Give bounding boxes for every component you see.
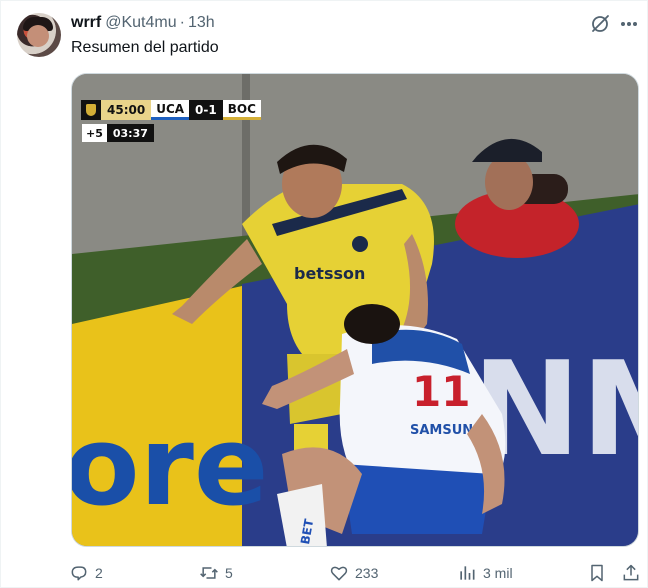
match-score: 0-1 (189, 100, 223, 120)
author-name[interactable]: wrrf (71, 14, 101, 32)
boca-sponsor: betsson (294, 264, 365, 283)
tweet-header: wrrf @Kut4mu · 13h (71, 13, 215, 33)
grok-icon[interactable] (589, 13, 611, 35)
uca-player-head (344, 304, 400, 344)
ad-board-left-text: ore (72, 402, 268, 530)
views-count: 3 mil (483, 565, 513, 581)
tweet-card[interactable]: wrrf @Kut4mu · 13h Resumen del partido N… (0, 0, 648, 588)
heart-icon (330, 566, 348, 581)
reply-count: 2 (95, 565, 103, 581)
reply-button[interactable]: 2 (69, 561, 103, 585)
competition-logo-icon (81, 100, 101, 120)
retweet-button[interactable]: 5 (199, 561, 233, 585)
match-clock: 45:00 (101, 100, 152, 120)
separator-dot: · (179, 14, 185, 31)
views-button[interactable]: 3 mil (457, 561, 513, 585)
retweet-icon (200, 567, 218, 579)
avatar-face (27, 25, 49, 47)
more-options-icon[interactable] (619, 13, 639, 35)
spectator-face (485, 154, 533, 210)
author-handle[interactable]: @Kut4mu (105, 14, 176, 32)
share-button[interactable] (621, 561, 641, 585)
tweet-text: Resumen del partido (71, 39, 219, 56)
like-count: 233 (355, 565, 379, 581)
like-button[interactable]: 233 (329, 561, 378, 585)
bookmark-button[interactable] (587, 561, 607, 585)
reply-icon (71, 566, 87, 581)
added-clock: 03:37 (106, 124, 154, 142)
share-icon (623, 564, 639, 581)
away-team: BOC (222, 100, 261, 120)
video-frame: NM ore betsson 11 (72, 74, 638, 546)
avatar[interactable] (17, 13, 61, 57)
retweet-count: 5 (225, 565, 233, 581)
added-time: +5 03:37 (82, 124, 154, 142)
uca-shorts (342, 464, 492, 534)
added-minutes: +5 (82, 124, 107, 142)
timestamp[interactable]: 13h (188, 14, 215, 32)
home-team: UCA (151, 100, 190, 120)
media-video[interactable]: NM ore betsson 11 (71, 73, 639, 547)
scoreboard: 45:00 UCA 0-1 BOC (81, 100, 261, 120)
bookmark-icon (591, 564, 603, 582)
action-bar: 2 5 233 3 mil (67, 561, 643, 585)
boca-crest (352, 236, 368, 252)
views-icon (460, 566, 475, 580)
uca-jersey-number: 11 (412, 367, 470, 416)
